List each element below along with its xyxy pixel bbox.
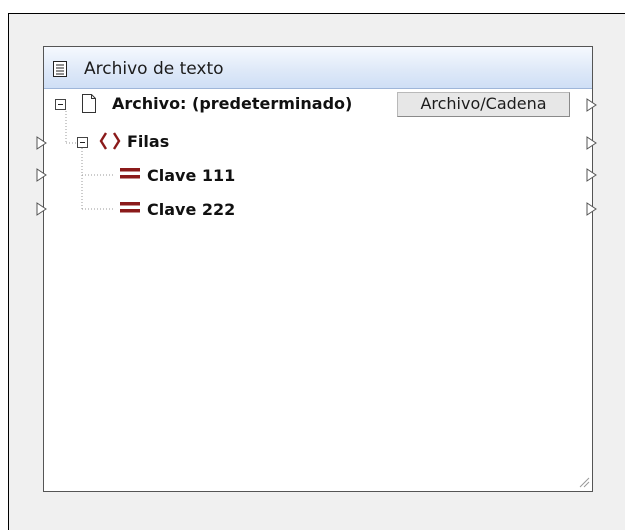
equals-icon: [120, 168, 140, 179]
root-node-label: Archivo: (predeterminado): [112, 94, 353, 113]
component-title: Archivo de texto: [84, 59, 224, 79]
file-icon: [82, 94, 96, 113]
group-node-label: Filas: [127, 132, 170, 151]
resize-grip-icon[interactable]: [576, 474, 590, 488]
file-string-button[interactable]: Archivo/Cadena: [397, 92, 570, 117]
braces-icon: [99, 132, 121, 150]
output-connector-field-2-icon[interactable]: [586, 202, 597, 216]
collapse-group-button[interactable]: [77, 137, 88, 148]
equals-icon: [120, 202, 140, 213]
collapse-root-button[interactable]: [55, 99, 66, 110]
field-node-label: Clave 222: [147, 200, 236, 219]
output-connector-root-icon[interactable]: [586, 98, 597, 112]
output-connector-group-icon[interactable]: [586, 136, 597, 150]
input-connector-field-1-icon[interactable]: [36, 168, 47, 182]
component-titlebar[interactable]: Archivo de texto: [44, 47, 592, 89]
text-file-icon: [53, 61, 67, 77]
input-connector-field-2-icon[interactable]: [36, 202, 47, 216]
input-connector-group-icon[interactable]: [36, 136, 47, 150]
field-node-label: Clave 111: [147, 166, 236, 185]
output-connector-field-1-icon[interactable]: [586, 168, 597, 182]
